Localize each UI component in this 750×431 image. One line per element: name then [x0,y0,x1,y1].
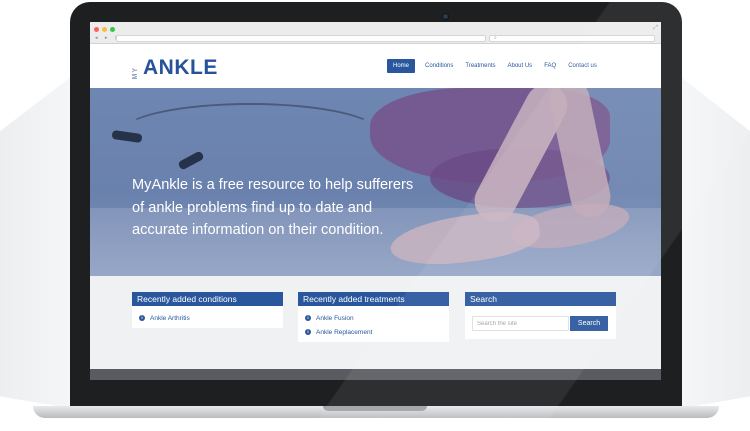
backdrop-shadow-left [0,70,80,410]
logo-wordmark: ANKLE [143,56,218,79]
hero-banner: MyAnkle is a free resource to help suffe… [90,88,661,276]
nav-contact-us[interactable]: Contact us [562,59,603,73]
info-icon: i [305,315,311,321]
site-footer [90,369,661,380]
card-body: i Ankle Fusion i Ankle Replacement [298,306,449,342]
nav-conditions[interactable]: Conditions [419,59,459,73]
backdrop-shadow-right [672,70,750,410]
list-item[interactable]: i Ankle Arthritis [139,311,283,325]
condition-link[interactable]: Ankle Arthritis [150,315,190,322]
hero-tagline: MyAnkle is a free resource to help suffe… [132,177,414,238]
list-item[interactable]: i Ankle Replacement [305,325,449,339]
site-header: MY ANKLE Home Conditions Treatments Abou… [90,44,661,88]
nav-faq[interactable]: FAQ [538,59,562,73]
card-title: Search [465,292,616,306]
info-icon: i [305,329,311,335]
logo-prefix: MY [132,66,139,80]
browser-toolbar: ◂ ▸ ▢ ⌕ ⤢ [90,22,661,44]
product-mockup: ◂ ▸ ▢ ⌕ ⤢ MY ANKLE Home Conditions Treat… [0,0,750,431]
minimize-window-button[interactable] [102,27,107,32]
laptop-notch [323,406,427,411]
maximize-window-button[interactable] [110,27,115,32]
jump-rope-image [120,103,380,163]
recent-conditions-card: Recently added conditions i Ankle Arthri… [132,292,283,328]
nav-about-us[interactable]: About Us [502,59,539,73]
search-icon: ⌕ [494,35,497,41]
content-cards: Recently added conditions i Ankle Arthri… [90,276,661,380]
card-body: i Ankle Arthritis [132,306,283,328]
camera-icon [443,14,448,19]
treatment-link[interactable]: Ankle Replacement [316,329,372,336]
address-bar[interactable] [116,35,486,42]
browser-search-bar[interactable]: ⌕ [489,35,655,42]
search-input[interactable] [472,316,569,331]
main-navigation: Home Conditions Treatments About Us FAQ … [387,59,603,73]
nav-treatments[interactable]: Treatments [459,59,501,73]
search-button[interactable]: Search [570,316,608,331]
recent-treatments-card: Recently added treatments i Ankle Fusion… [298,292,449,342]
list-item[interactable]: i Ankle Fusion [305,311,449,325]
info-icon: i [139,315,145,321]
card-title: Recently added conditions [132,292,283,306]
treatment-link[interactable]: Ankle Fusion [316,315,354,322]
site-logo[interactable]: MY ANKLE [132,53,218,80]
search-form: Search [465,306,616,339]
expand-icon[interactable]: ⤢ [653,25,658,32]
laptop-screen: ◂ ▸ ▢ ⌕ ⤢ MY ANKLE Home Conditions Treat… [90,22,661,380]
close-window-button[interactable] [94,27,99,32]
search-card: Search Search [465,292,616,339]
card-title: Recently added treatments [298,292,449,306]
nav-home[interactable]: Home [387,59,416,73]
